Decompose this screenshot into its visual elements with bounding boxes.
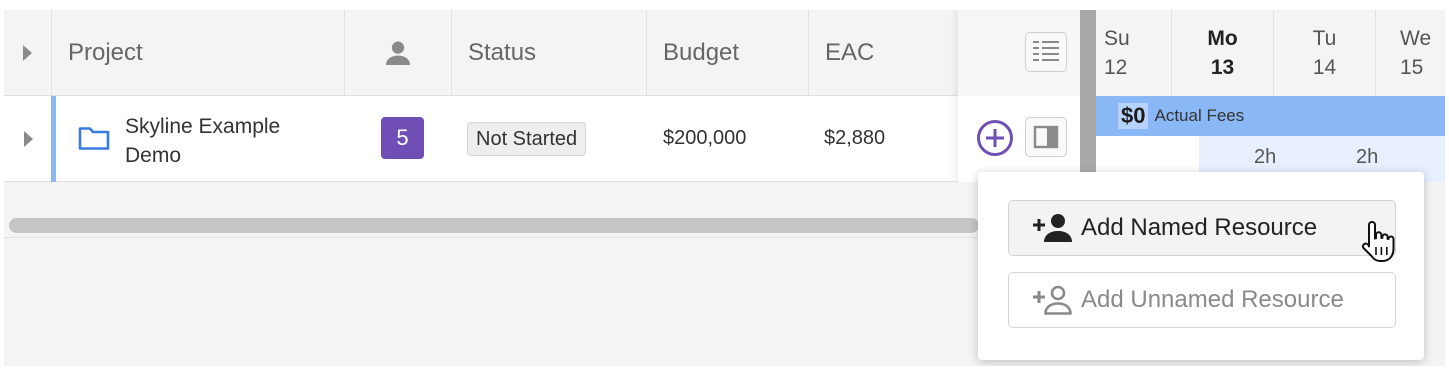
column-header-eac[interactable]: EAC bbox=[809, 10, 958, 96]
caret-right-icon bbox=[23, 131, 33, 147]
row-accent-bar bbox=[51, 96, 56, 182]
add-person-icon bbox=[1033, 214, 1072, 242]
row-actions-cell bbox=[958, 96, 1080, 182]
day-header: Tu 14 bbox=[1274, 10, 1376, 96]
side-panel-icon bbox=[1033, 125, 1059, 149]
list-view-button[interactable] bbox=[1025, 32, 1067, 72]
hand-cursor-icon bbox=[1361, 221, 1395, 262]
status-badge[interactable]: Not Started bbox=[467, 122, 587, 156]
day-weekday: Mo bbox=[1207, 27, 1238, 50]
budget-value: $200,000 bbox=[663, 127, 747, 149]
project-name[interactable]: Skyline Example Demo bbox=[125, 112, 325, 170]
resource-count-badge[interactable]: 5 bbox=[381, 117, 424, 159]
day-date: 14 bbox=[1312, 56, 1337, 79]
horizontal-scrollbar[interactable] bbox=[9, 218, 979, 233]
calendar-pane: Su 12 Mo 13 Tu 14 We 15 $0 Actual Fees 2… bbox=[1096, 10, 1445, 182]
day-header-today: Mo 13 bbox=[1172, 10, 1274, 96]
day-date: 12 bbox=[1104, 56, 1128, 79]
add-named-resource-button[interactable]: Add Named Resource bbox=[1008, 200, 1396, 256]
side-panel-button[interactable] bbox=[1025, 117, 1067, 157]
menu-item-label: Add Unnamed Resource bbox=[1081, 286, 1344, 313]
grid-header: Project Status Budget EAC bbox=[4, 10, 1084, 96]
column-label: Budget bbox=[663, 39, 740, 66]
menu-item-label: Add Named Resource bbox=[1081, 214, 1318, 241]
add-unnamed-resource-button[interactable]: Add Unnamed Resource bbox=[1008, 272, 1396, 328]
day-date: 15 bbox=[1400, 56, 1424, 79]
column-header-project[interactable]: Project bbox=[52, 10, 345, 96]
column-label: EAC bbox=[825, 39, 875, 66]
plus-circle-icon[interactable] bbox=[976, 119, 1014, 157]
day-weekday: We bbox=[1400, 27, 1432, 50]
day-weekday: Tu bbox=[1312, 27, 1337, 50]
eac-value: $2,880 bbox=[824, 127, 886, 149]
column-header-status[interactable]: Status bbox=[452, 10, 647, 96]
day-date: 13 bbox=[1210, 56, 1235, 79]
add-resource-menu: Add Named Resource Add Unnamed Resource bbox=[978, 172, 1424, 360]
person-icon bbox=[386, 41, 410, 65]
column-label: Project bbox=[68, 39, 143, 66]
day-weekday: Su bbox=[1104, 27, 1130, 50]
folder-icon bbox=[78, 127, 110, 150]
row-actions-column bbox=[958, 10, 1080, 182]
expand-all-toggle[interactable] bbox=[4, 10, 52, 96]
resource-grid-frame: Project Status Budget EAC Skyline Exampl… bbox=[4, 10, 1445, 366]
list-view-icon bbox=[1033, 41, 1059, 61]
day-header: Su 12 bbox=[1096, 10, 1172, 96]
hours-cell[interactable]: 2h bbox=[1356, 146, 1378, 169]
fees-label: Actual Fees bbox=[1154, 106, 1245, 125]
day-header: We 15 bbox=[1376, 10, 1445, 96]
add-person-outline-icon bbox=[1033, 285, 1072, 315]
row-expand-toggle[interactable] bbox=[4, 96, 52, 182]
caret-right-icon bbox=[23, 45, 32, 61]
actual-fees-bar[interactable]: $0 Actual Fees bbox=[1096, 96, 1445, 136]
column-header-budget[interactable]: Budget bbox=[647, 10, 809, 96]
fees-amount: $0 bbox=[1118, 103, 1149, 129]
column-label: Status bbox=[468, 39, 537, 66]
pane-divider[interactable] bbox=[1080, 10, 1096, 182]
column-header-assignee[interactable] bbox=[345, 10, 452, 96]
hours-cell[interactable]: 2h bbox=[1254, 146, 1276, 169]
